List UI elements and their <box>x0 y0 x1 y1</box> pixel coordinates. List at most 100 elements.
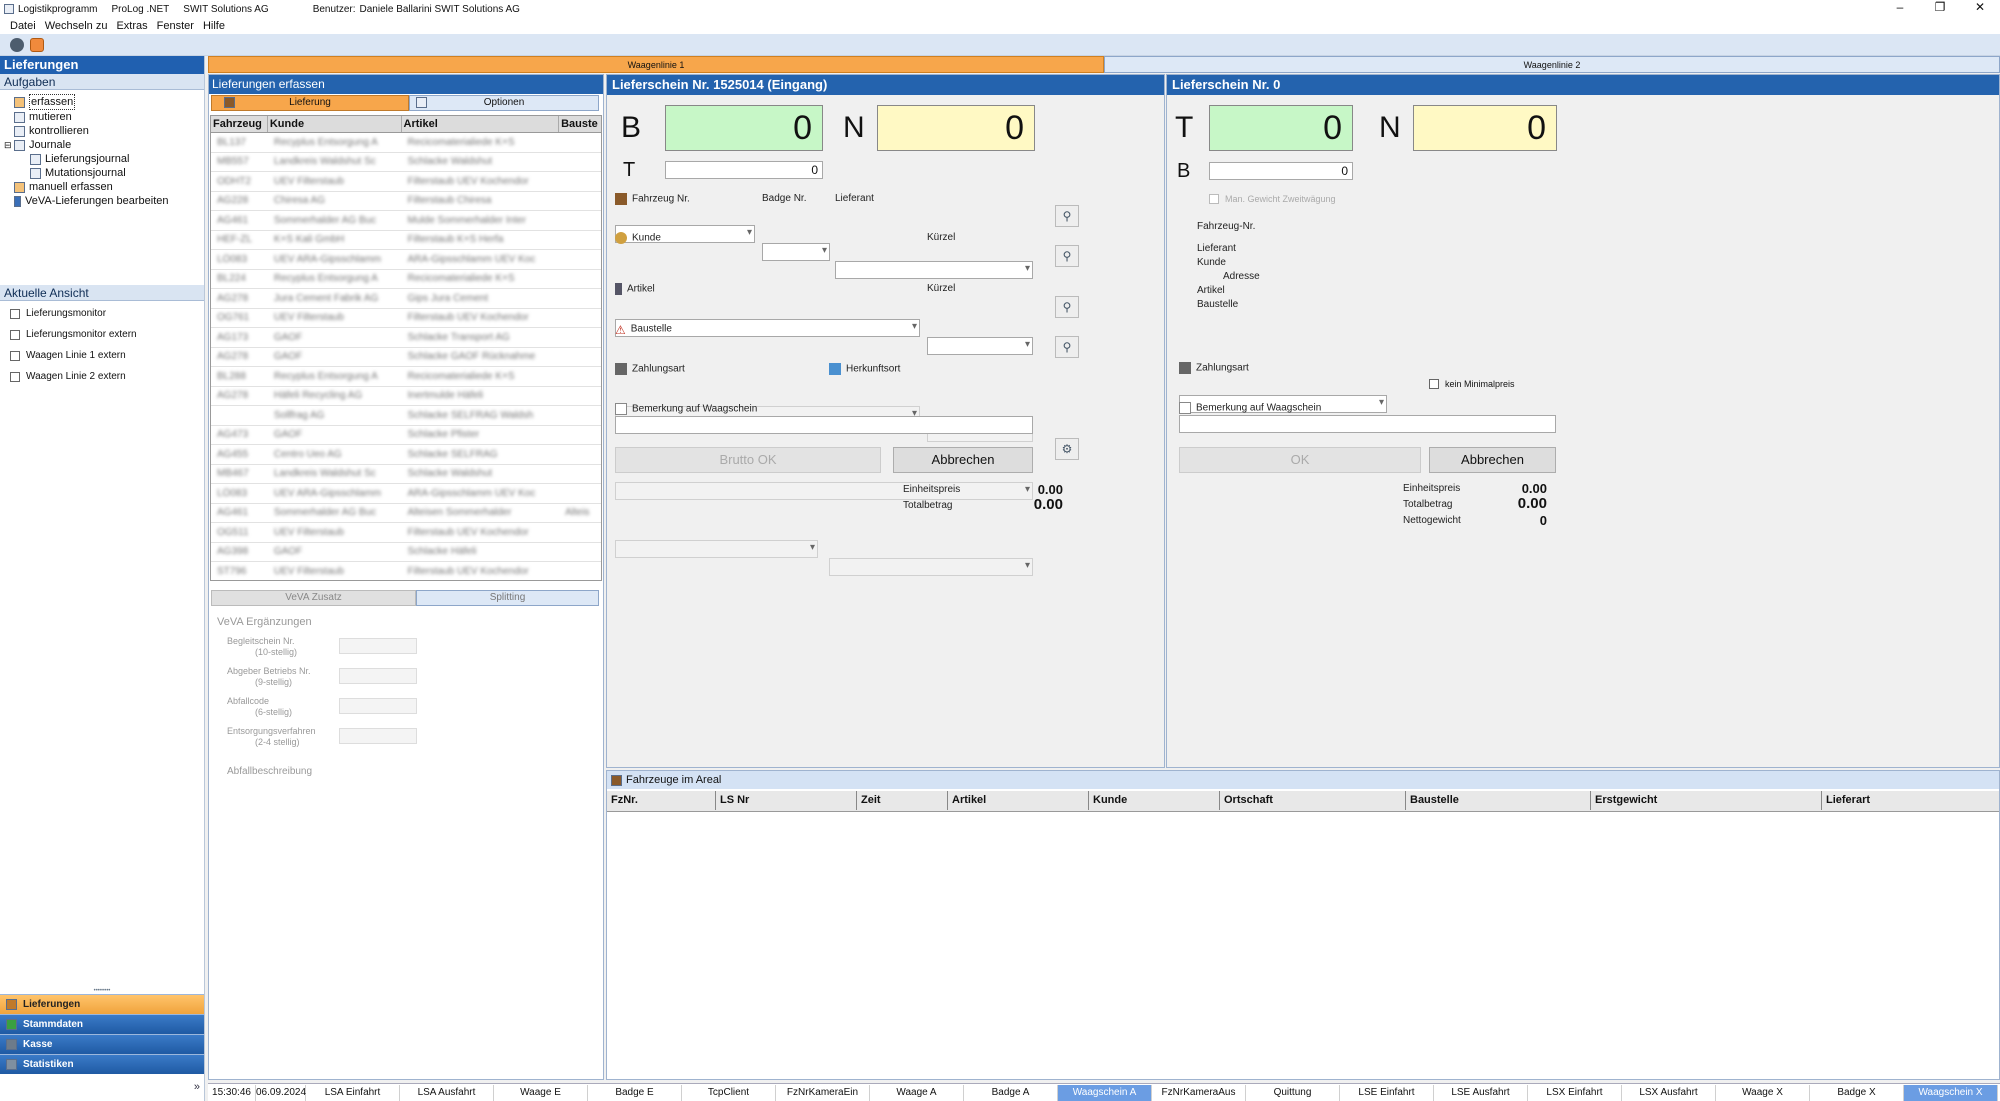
minimize-button[interactable]: – <box>1880 0 1920 14</box>
table-row[interactable]: AG173 GAOF Schlacke Transport AG <box>211 328 601 348</box>
tab-veva-zusatz[interactable]: VeVA Zusatz <box>211 590 416 606</box>
col-lsnr[interactable]: LS Nr <box>716 791 857 810</box>
table-row[interactable]: AG278 GAOF Schlacke GAOF Rücknahme <box>211 348 601 367</box>
search-artikel-button[interactable]: ⚲ <box>1055 296 1079 318</box>
tree-item-manuell-erfassen[interactable]: manuell erfassen <box>14 180 204 194</box>
expand-panel-button[interactable]: » <box>194 1081 200 1093</box>
tab-waagenlinie-2[interactable]: Waagenlinie 2 <box>1104 56 2000 73</box>
checkbox[interactable] <box>10 308 20 319</box>
checkbox[interactable] <box>10 350 20 361</box>
refresh-icon[interactable] <box>10 37 24 52</box>
kunde-kuerzel-select[interactable] <box>927 337 1033 355</box>
table-row[interactable]: AG461 Sommerhalder AG Buc Alteisen Sommerh… <box>211 504 601 523</box>
splitter-handle[interactable]: •••••••• <box>0 988 204 994</box>
veva-field-input[interactable] <box>339 698 417 714</box>
nav-lieferungen[interactable]: Lieferungen <box>0 994 204 1014</box>
table-row[interactable]: BL288 Recyplus Entsorgung A Recicomaterial… <box>211 367 601 387</box>
herkunft-select[interactable] <box>829 558 1033 576</box>
table-row[interactable]: ST796 UEV Filterstaub Filterstaub UEV Koch… <box>211 562 601 580</box>
view-lieferungsmonitor[interactable]: Lieferungsmonitor <box>0 303 204 324</box>
table-row[interactable]: MB467 Landkreis Waldshut Sc Schlacke Walds… <box>211 465 601 484</box>
col-fznr[interactable]: FzNr. <box>607 791 716 810</box>
col-baustelle[interactable]: Baustelle <box>1406 791 1591 810</box>
search-kunde-button[interactable]: ⚲ <box>1055 245 1079 267</box>
lieferant-select[interactable] <box>835 261 1033 279</box>
tab-splitting[interactable]: Splitting <box>416 590 599 606</box>
col-artikel[interactable]: Artikel <box>402 116 560 132</box>
table-row[interactable]: MB557 Landkreis Waldshut Sc Schlacke Walds… <box>211 153 601 172</box>
col-bauste[interactable]: Bauste <box>559 116 601 132</box>
col-kunde[interactable]: Kunde <box>268 116 402 132</box>
tab-waagenlinie-1[interactable]: Waagenlinie 1 <box>208 56 1104 73</box>
table-row[interactable]: HEF-ZL K+S Kali GmbH Filterstaub K+S Herfa <box>211 231 601 250</box>
tab-lieferung[interactable]: Lieferung <box>211 95 409 111</box>
zahlungsart-select[interactable] <box>615 540 818 558</box>
view-waagen-linie-2[interactable]: Waagen Linie 2 extern <box>0 366 204 387</box>
bemerkung-input[interactable] <box>615 416 1033 434</box>
man-gewicht-toggle[interactable]: Man. Gewicht Zweitwägung <box>1209 194 1336 204</box>
table-row[interactable]: AG461 Sommerhalder AG Buc Mulde Sommerhald… <box>211 211 601 231</box>
col-fahrzeug[interactable]: Fahrzeug <box>211 116 268 132</box>
table-row[interactable]: AG228 Chiresa AG Filterstaub Chiresa <box>211 192 601 211</box>
tree-item-kontrollieren[interactable]: kontrollieren <box>14 124 204 138</box>
col-erstgewicht[interactable]: Erstgewicht <box>1591 791 1822 810</box>
maximize-button[interactable]: ❐ <box>1920 0 1960 14</box>
baustelle-select[interactable] <box>615 482 1033 500</box>
menu-datei[interactable]: Datei <box>10 20 36 32</box>
view-waagen-linie-1[interactable]: Waagen Linie 1 extern <box>0 345 204 366</box>
col-kunde[interactable]: Kunde <box>1089 791 1220 810</box>
table-row[interactable]: BL137 Recyplus Entsorgung A Recicomaterial… <box>211 133 601 153</box>
veva-field-input[interactable] <box>339 638 417 654</box>
col-zeit[interactable]: Zeit <box>857 791 948 810</box>
checkbox[interactable] <box>10 329 20 340</box>
col-artikel[interactable]: Artikel <box>948 791 1089 810</box>
close-button[interactable]: ✕ <box>1960 0 2000 14</box>
tree-item-mutieren[interactable]: mutieren <box>14 110 204 124</box>
abbrechen-button[interactable]: Abbrechen <box>893 447 1033 473</box>
tab-optionen[interactable]: Optionen <box>409 95 599 111</box>
menu-extras[interactable]: Extras <box>116 20 147 32</box>
veva-field-input[interactable] <box>339 728 417 744</box>
checkbox[interactable] <box>1209 194 1219 204</box>
abbrechen2-button[interactable]: Abbrechen <box>1429 447 1556 473</box>
menu-wechseln-zu[interactable]: Wechseln zu <box>45 20 108 32</box>
tree-item-journale[interactable]: ⊟ Journale <box>4 138 204 152</box>
stop-icon[interactable] <box>30 37 44 52</box>
table-row[interactable]: OG761 UEV Filterstaub Filterstaub UEV Koch… <box>211 309 601 328</box>
nav-stammdaten[interactable]: Stammdaten <box>0 1014 204 1034</box>
table-row[interactable]: AG473 GAOF Schlacke Pfister <box>211 426 601 445</box>
kein-minimalpreis-toggle[interactable]: kein Minimalpreis <box>1429 379 1515 389</box>
menu-fenster[interactable]: Fenster <box>157 20 194 32</box>
col-ortschaft[interactable]: Ortschaft <box>1220 791 1406 810</box>
view-lieferungsmonitor-extern[interactable]: Lieferungsmonitor extern <box>0 324 204 345</box>
tree-item-veva[interactable]: VeVA-Lieferungen bearbeiten <box>14 194 204 208</box>
bemerkung2-input[interactable] <box>1179 415 1556 433</box>
badge-select[interactable] <box>762 243 830 261</box>
brutto-ok-button[interactable]: Brutto OK <box>615 447 881 473</box>
col-lieferart[interactable]: Lieferart <box>1822 791 1999 810</box>
table-row[interactable]: AG455 Centro Ueo AG Schlacke SELFRAG <box>211 445 601 465</box>
table-row[interactable]: AG278 Jura Cement Fabrik AG Gips Jura Ceme… <box>211 289 601 309</box>
checkbox[interactable] <box>1429 379 1439 389</box>
table-row[interactable]: AG278 Häfeli Recycling AG Inertmulde Häfel… <box>211 387 601 406</box>
collapse-icon[interactable]: ⊟ <box>4 138 12 152</box>
table-row[interactable]: LÖ083 UEV ARA-Gipsschlamm ARA-Gipsschlamm … <box>211 250 601 270</box>
menu-hilfe[interactable]: Hilfe <box>203 20 225 32</box>
tree-item-lieferungsjournal[interactable]: Lieferungsjournal <box>14 152 204 166</box>
table-row[interactable]: LÖ083 UEV ARA-Gipsschlamm ARA-Gipsschlamm … <box>211 484 601 504</box>
settings-button[interactable]: ⚙ <box>1055 438 1079 460</box>
checkbox[interactable] <box>10 371 20 382</box>
nav-statistiken[interactable]: Statistiken <box>0 1054 204 1074</box>
table-row[interactable]: OG511 UEV Filterstaub Filterstaub UEV Koch… <box>211 523 601 543</box>
table-row[interactable]: AG398 GAOF Schlacke Häfeli <box>211 543 601 562</box>
veva-field-input[interactable] <box>339 668 417 684</box>
nav-kasse[interactable]: Kasse <box>0 1034 204 1054</box>
ok-button[interactable]: OK <box>1179 447 1421 473</box>
search-baustelle-button[interactable]: ⚲ <box>1055 336 1079 358</box>
tree-item-mutationsjournal[interactable]: Mutationsjournal <box>14 166 204 180</box>
table-row[interactable]: ODHT2 UEV Filterstaub Filterstaub UEV Koch… <box>211 172 601 192</box>
tree-item-erfassen[interactable]: erfassen <box>14 94 204 110</box>
table-row[interactable]: Sollfrag AG Schlacke SELFRAG Waldsh <box>211 406 601 426</box>
search-lieferant-button[interactable]: ⚲ <box>1055 205 1079 227</box>
table-row[interactable]: BL224 Recyplus Entsorgung A Recicomaterial… <box>211 270 601 289</box>
